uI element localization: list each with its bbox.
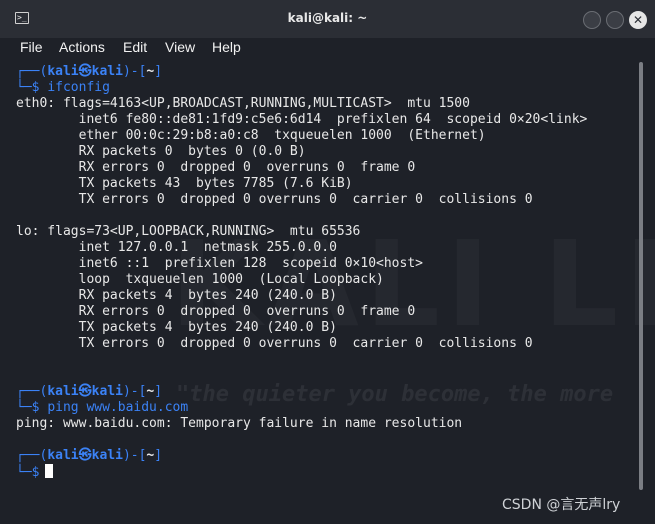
output-line: loop txqueuelen 1000 (Local Loopback)	[16, 272, 384, 287]
terminal-output[interactable]: ┌──(kali㉿kali)-[~] └─$ ifconfig eth0: flag…	[0, 62, 640, 524]
prompt-line: ┌──(kali㉿kali)-[~]	[16, 384, 162, 400]
maximize-button[interactable]	[606, 11, 624, 29]
output-line: RX errors 0 dropped 0 overruns 0 frame 0	[16, 304, 416, 319]
menu-file[interactable]: File	[20, 39, 43, 55]
text-cursor[interactable]	[45, 464, 54, 478]
output-line: inet6 ::1 prefixlen 128 scopeid 0×10<hos…	[16, 256, 423, 271]
prompt-dollar: └─$	[16, 465, 40, 480]
output-line: ether 00:0c:29:b8:a0:c8 txqueuelen 1000 …	[16, 128, 486, 143]
prompt-dollar: └─$	[16, 400, 48, 415]
close-icon: ✕	[632, 13, 644, 27]
prompt-line: ┌──(kali㉿kali)-[~]	[16, 64, 162, 80]
output-line: lo: flags=73<UP,LOOPBACK,RUNNING> mtu 65…	[16, 224, 361, 239]
title-bar[interactable]: >_ kali@kali: ~ ✕	[0, 0, 655, 38]
terminal-window: >_ kali@kali: ~ ✕ File Actions Edit View…	[0, 0, 655, 524]
prompt-close: ]	[154, 448, 163, 463]
output-line: TX packets 4 bytes 240 (240.0 B)	[16, 320, 337, 335]
prompt-open: ┌──(	[16, 384, 48, 399]
output-line: RX packets 4 bytes 240 (240.0 B)	[16, 288, 337, 303]
prompt-mid: )-[	[122, 384, 147, 399]
menu-actions[interactable]: Actions	[59, 39, 105, 55]
input-line: └─$	[16, 464, 54, 480]
prompt-mid: )-[	[122, 64, 147, 79]
output-line: inet 127.0.0.1 netmask 255.0.0.0	[16, 240, 337, 255]
output-line: TX errors 0 dropped 0 overruns 0 carrier…	[16, 192, 533, 207]
menu-help[interactable]: Help	[212, 39, 241, 55]
output-line: TX errors 0 dropped 0 overruns 0 carrier…	[16, 336, 533, 351]
prompt-mid: )-[	[122, 448, 147, 463]
window-title: kali@kali: ~	[287, 11, 368, 25]
prompt-user: kali㉿kali	[47, 448, 123, 463]
minimize-button[interactable]	[583, 11, 601, 29]
output-line: RX errors 0 dropped 0 overruns 0 frame 0	[16, 160, 416, 175]
prompt-dollar: └─$	[16, 80, 48, 95]
prompt-user: kali㉿kali	[47, 384, 123, 399]
output-line: TX packets 43 bytes 7785 (7.6 KiB)	[16, 176, 353, 191]
csdn-credit: CSDN @言无声lry	[502, 497, 621, 513]
output-line: eth0: flags=4163<UP,BROADCAST,RUNNING,MU…	[16, 96, 470, 111]
prompt-open: ┌──(	[16, 64, 48, 79]
output-line: inet6 fe80::de81:1fd9:c5e6:6d14 prefixle…	[16, 112, 588, 127]
scrollbar[interactable]	[639, 62, 643, 490]
close-button[interactable]: ✕	[629, 11, 647, 29]
menu-view[interactable]: View	[165, 39, 195, 55]
menu-bar: File Actions Edit View Help	[0, 38, 655, 60]
menu-edit[interactable]: Edit	[123, 39, 147, 55]
command-text: ifconfig	[47, 80, 110, 95]
prompt-close: ]	[154, 64, 163, 79]
prompt-open: ┌──(	[16, 448, 48, 463]
prompt-close: ]	[154, 384, 163, 399]
prompt-user: kali㉿kali	[47, 64, 123, 79]
output-line: ping: www.baidu.com: Temporary failure i…	[16, 416, 463, 431]
command-line: └─$ ifconfig	[16, 80, 110, 96]
command-line: └─$ ping www.baidu.com	[16, 400, 188, 416]
prompt-line: ┌──(kali㉿kali)-[~]	[16, 448, 162, 464]
command-text: ping www.baidu.com	[47, 400, 189, 415]
output-line: RX packets 0 bytes 0 (0.0 B)	[16, 144, 306, 159]
